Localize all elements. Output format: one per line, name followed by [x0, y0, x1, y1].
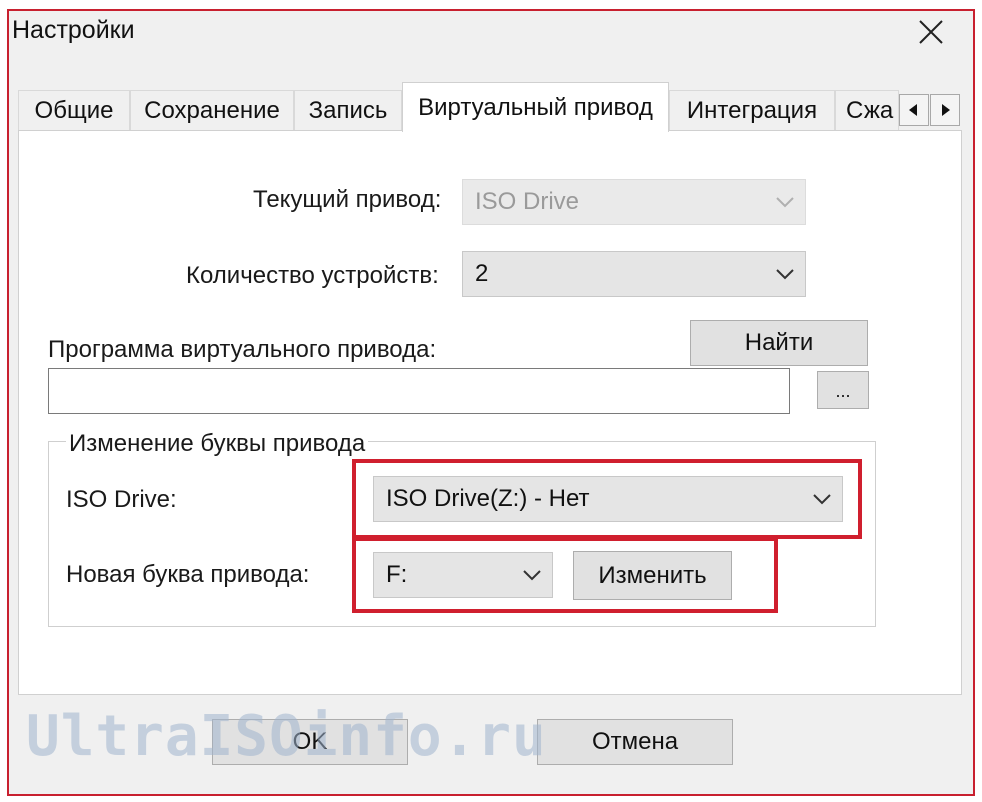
tab-scroll-right[interactable]	[930, 94, 960, 126]
chevron-down-icon	[523, 570, 541, 581]
tab-scroll-left[interactable]	[899, 94, 929, 126]
tab-compression[interactable]: Сжа	[835, 90, 899, 130]
device-count-label: Количество устройств:	[186, 262, 439, 289]
browse-button[interactable]: ...	[817, 371, 869, 409]
chevron-down-icon	[776, 197, 794, 208]
tab-integration[interactable]: Интеграция	[669, 90, 835, 130]
iso-drive-select[interactable]: ISO Drive(Z:) - Нет	[373, 476, 843, 522]
chevron-down-icon	[776, 269, 794, 280]
current-drive-combo: ISO Drive	[462, 179, 806, 225]
find-button[interactable]: Найти	[690, 320, 868, 366]
tab-general[interactable]: Общие	[18, 90, 130, 130]
drive-letter-group-legend: Изменение буквы привода	[66, 430, 369, 458]
tab-strip: Общие Сохранение Запись Виртуальный прив…	[18, 82, 960, 132]
window-title: Настройки	[12, 16, 135, 44]
tab-saving[interactable]: Сохранение	[130, 90, 294, 130]
drive-letter-group	[48, 441, 876, 627]
iso-drive-value: ISO Drive(Z:) - Нет	[386, 485, 590, 512]
triangle-left-icon	[909, 104, 917, 116]
tab-virtual-drive[interactable]: Виртуальный привод	[402, 82, 669, 132]
device-count-select[interactable]: 2	[462, 251, 806, 297]
new-letter-label: Новая буква привода:	[66, 561, 310, 588]
new-letter-select[interactable]: F:	[373, 552, 553, 598]
current-drive-label: Текущий привод:	[253, 186, 442, 213]
tab-burning[interactable]: Запись	[294, 90, 402, 130]
cancel-button[interactable]: Отмена	[537, 719, 733, 765]
iso-drive-label: ISO Drive:	[66, 486, 177, 513]
program-path-input[interactable]	[48, 368, 790, 414]
program-label: Программа виртуального привода:	[48, 336, 437, 363]
current-drive-value: ISO Drive	[475, 188, 580, 215]
device-count-value: 2	[475, 260, 489, 287]
triangle-right-icon	[942, 104, 950, 116]
close-icon[interactable]	[915, 16, 947, 48]
chevron-down-icon	[813, 494, 831, 505]
new-letter-value: F:	[386, 561, 408, 588]
change-button[interactable]: Изменить	[573, 551, 732, 600]
ok-button[interactable]: OK	[212, 719, 408, 765]
